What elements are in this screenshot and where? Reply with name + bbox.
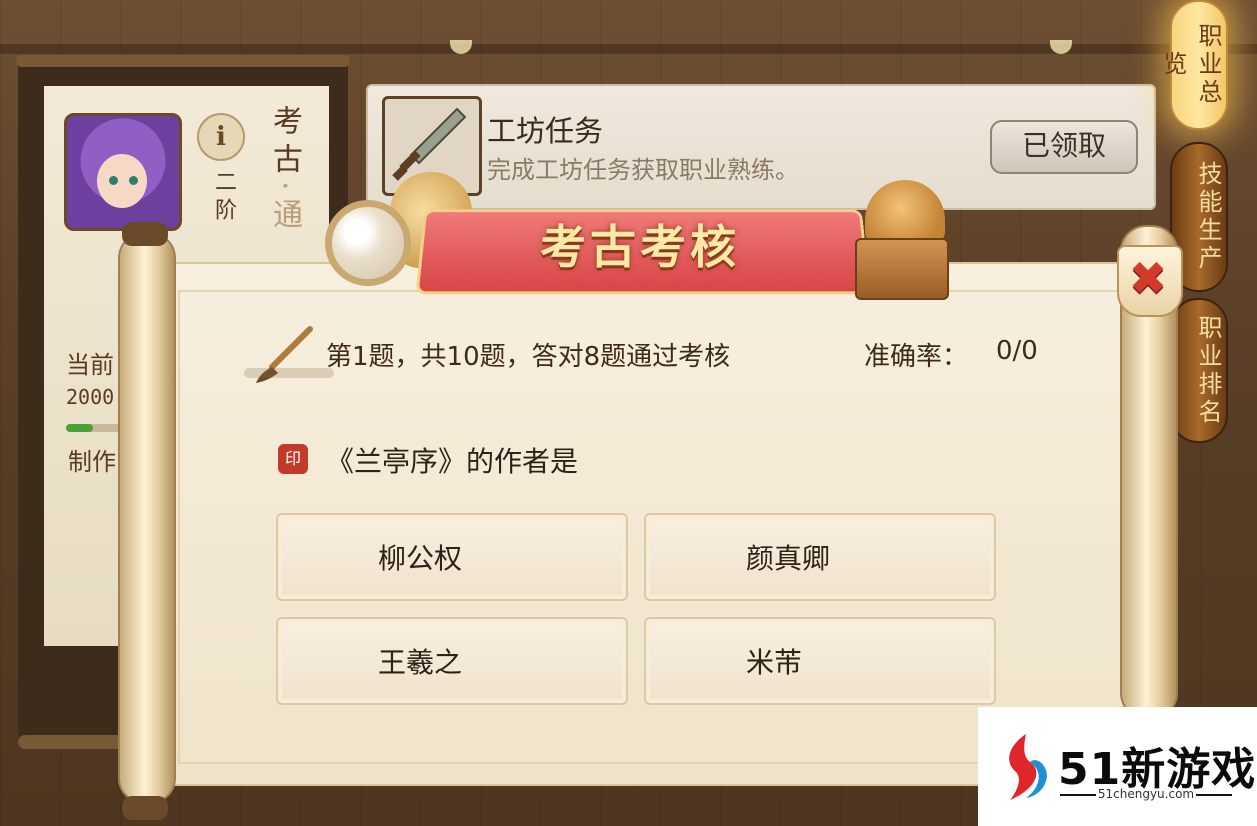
accuracy-label: 准确率： — [864, 342, 969, 372]
avatar-face — [97, 154, 147, 208]
scroll-roller-left — [118, 232, 176, 804]
answer-option-c[interactable]: 王羲之 — [276, 617, 628, 705]
quiz-progress: 第1题，共10题，答对8题通过考核 — [326, 342, 731, 372]
roller-cap — [122, 796, 168, 820]
answer-option-label: 颜真卿 — [746, 542, 831, 575]
brush-stroke — [244, 368, 334, 378]
answer-option-label: 柳公权 — [378, 542, 463, 575]
job-title-main: 考古 — [267, 105, 302, 181]
quiz-title: 考古考核 — [540, 220, 740, 274]
proficiency-progress-bar — [66, 424, 126, 432]
brand-logo-icon — [1009, 734, 1047, 800]
answer-option-label: 米芾 — [746, 646, 803, 679]
job-title-suffix: ·通 — [267, 181, 302, 237]
tab-job-ranking[interactable]: 职业排名 — [1170, 298, 1228, 443]
answer-option-a[interactable]: 柳公权 — [276, 513, 628, 601]
question-text: 《兰亭序》的作者是 — [326, 445, 579, 478]
task-description: 完成工坊任务获取职业熟练。 — [487, 156, 799, 184]
seal-base — [855, 238, 949, 300]
answer-option-label: 王羲之 — [378, 646, 463, 679]
seal-icon — [855, 180, 951, 300]
seal-top — [865, 180, 945, 242]
avatar-eye — [129, 176, 138, 185]
close-icon[interactable]: ✖ — [1122, 248, 1174, 308]
claimed-button[interactable]: 已领取 — [990, 120, 1138, 174]
job-title: 考古·通 — [262, 105, 306, 237]
answer-option-b[interactable]: 颜真卿 — [644, 513, 996, 601]
tab-job-overview[interactable]: 职业总览 — [1159, 0, 1228, 130]
scroll-top-rod — [16, 55, 350, 67]
magnifier-icon — [325, 200, 411, 286]
avatar-eye — [109, 176, 118, 185]
info-icon[interactable]: i — [197, 113, 245, 161]
proficiency-progress-fill — [66, 424, 93, 432]
answer-option-d[interactable]: 米芾 — [644, 617, 996, 705]
watermark-url: 51chengyu.com — [1097, 787, 1195, 801]
task-title: 工坊任务 — [487, 114, 604, 148]
accuracy-value: 0/0 — [996, 336, 1038, 366]
avatar[interactable] — [64, 113, 182, 231]
roller-cap — [122, 222, 168, 246]
current-label: 当前 — [66, 351, 114, 379]
production-label: 制作 — [68, 448, 116, 476]
job-rank: 二阶 — [211, 170, 236, 226]
question-seal-icon: 印 — [278, 444, 308, 474]
current-value: 2000 — [66, 385, 115, 409]
